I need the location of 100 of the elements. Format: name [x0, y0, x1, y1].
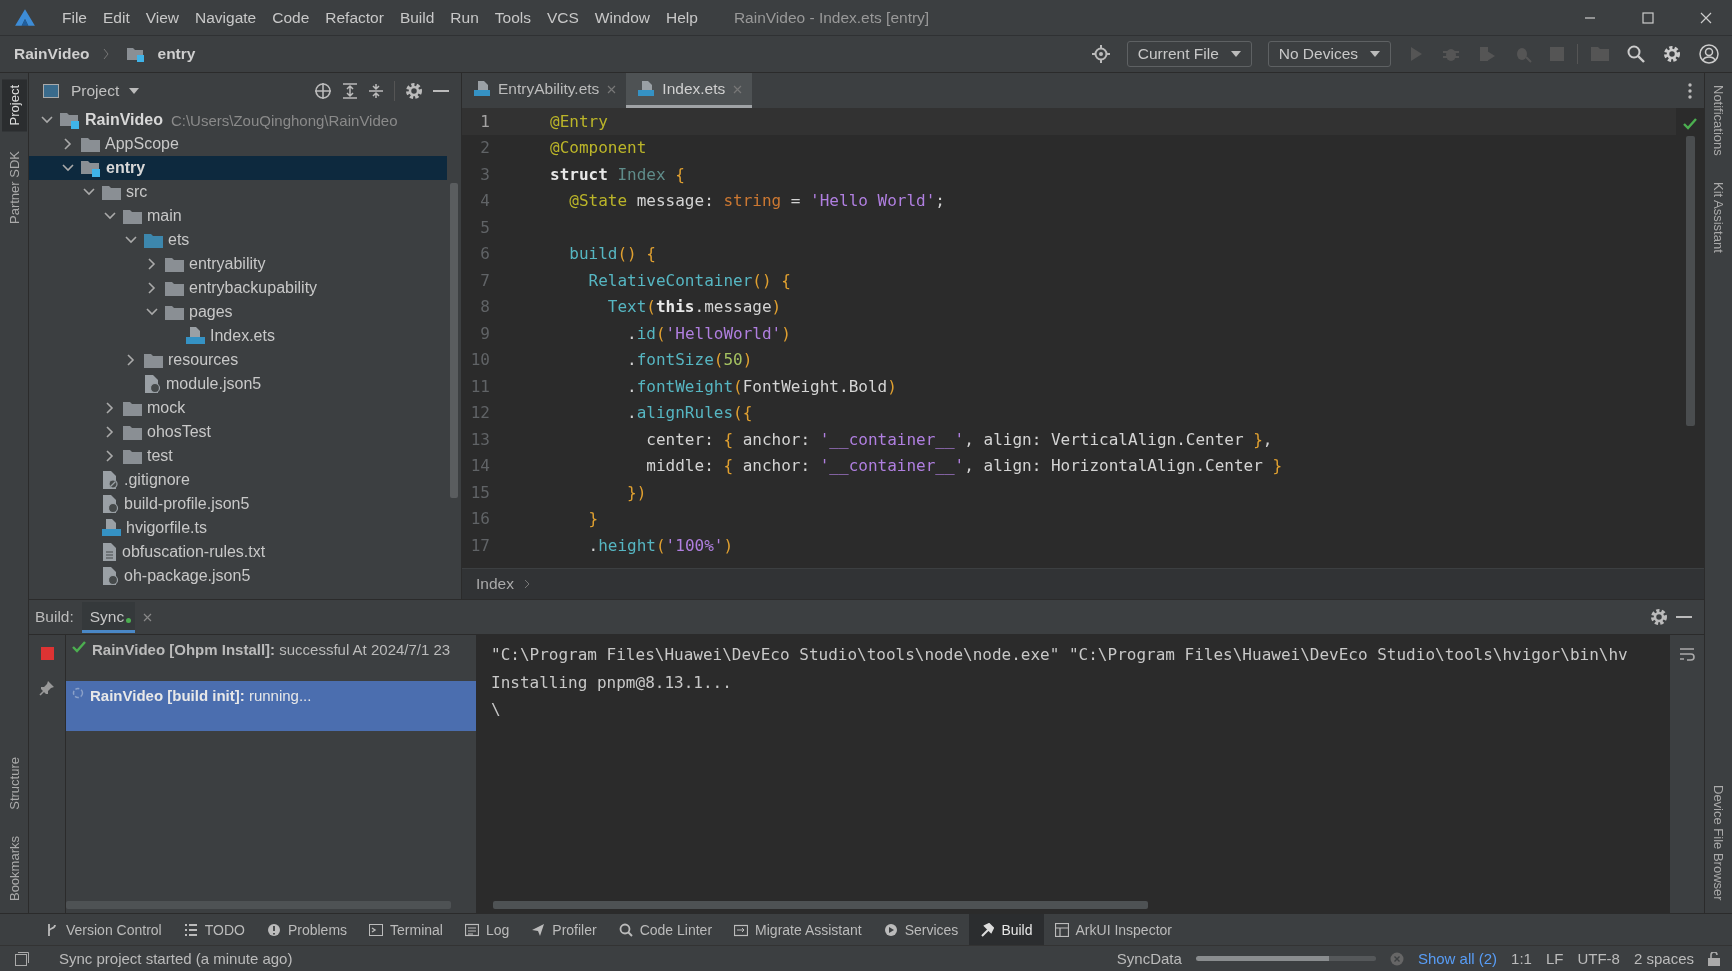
menu-item[interactable]: View [137, 8, 188, 27]
tree-item[interactable]: .gitignore [29, 468, 447, 492]
tool-window-tab[interactable]: Project [1, 79, 27, 132]
editor-tab[interactable]: EntryAbility.ets [462, 73, 627, 108]
chevron-right-icon[interactable] [104, 450, 116, 462]
tree-item[interactable]: AppScope [29, 132, 447, 156]
tree-item[interactable]: test [29, 444, 447, 468]
cursor-position[interactable]: 1:1 [1511, 950, 1532, 967]
tree-item[interactable]: entryability [29, 252, 447, 276]
tree-item[interactable]: RainVideo C:\Users\ZouQinghong\RainVideo [29, 108, 447, 132]
tree-item[interactable]: build-profile.json5 [29, 492, 447, 516]
hide-icon[interactable] [1676, 615, 1692, 619]
close-icon[interactable] [143, 612, 153, 622]
target-icon[interactable] [1091, 45, 1110, 63]
tool-window-tab[interactable]: Kit Assistant [1706, 175, 1731, 259]
chevron-down-icon[interactable] [62, 162, 74, 174]
caret-icon[interactable] [129, 87, 140, 94]
maximize-icon[interactable] [1642, 11, 1654, 24]
menu-item[interactable]: Window [586, 8, 658, 27]
collapse-all-icon[interactable] [368, 82, 384, 99]
build-tab[interactable]: Sync [81, 601, 136, 633]
menu-item[interactable]: Edit [95, 8, 138, 27]
chevron-down-icon[interactable] [146, 306, 158, 318]
chevron-right-icon[interactable] [146, 282, 158, 294]
chevron-right-icon[interactable] [125, 354, 137, 366]
tool-window-button[interactable]: Terminal [358, 914, 454, 945]
breadcrumb-item[interactable]: RainVideo [14, 45, 90, 63]
tool-window-button[interactable]: Code Linter [607, 914, 724, 945]
file-encoding[interactable]: UTF-8 [1577, 950, 1620, 967]
tool-window-button[interactable]: Migrate Assistant [723, 914, 873, 945]
panel-toggle-icon[interactable] [15, 951, 29, 966]
scrollbar[interactable] [66, 901, 451, 909]
tool-window-button[interactable]: Log [453, 914, 521, 945]
chevron-down-icon[interactable] [83, 186, 95, 198]
tool-window-button[interactable]: Version Control [34, 914, 173, 945]
tree-item[interactable]: src [29, 180, 447, 204]
device-dropdown[interactable]: No Devices [1267, 41, 1391, 67]
tool-window-button[interactable]: TODO [172, 914, 256, 945]
tree-item[interactable]: entry [29, 156, 447, 180]
check-icon[interactable] [1683, 118, 1697, 130]
more-icon[interactable] [1688, 82, 1692, 99]
panel-title[interactable]: Project [71, 81, 120, 100]
menu-item[interactable]: File [54, 8, 95, 27]
tree-item[interactable]: mock [29, 396, 447, 420]
unlock-icon[interactable] [1708, 951, 1720, 966]
tool-window-tab[interactable]: Structure [1, 751, 27, 816]
tree-item[interactable]: main [29, 204, 447, 228]
breadcrumb-item[interactable]: entry [157, 45, 196, 63]
chevron-right-icon[interactable] [104, 402, 116, 414]
editor-tab[interactable]: Index.ets [626, 73, 753, 108]
scrollbar[interactable] [450, 183, 458, 498]
menu-item[interactable]: Build [391, 8, 443, 27]
tree-item[interactable]: module.json5 [29, 372, 447, 396]
target-icon[interactable] [314, 81, 332, 100]
indent-setting[interactable]: 2 spaces [1633, 950, 1694, 967]
scrollbar[interactable] [1685, 136, 1695, 426]
menu-item[interactable]: Tools [486, 8, 539, 27]
menu-item[interactable]: Code [264, 8, 318, 27]
menu-item[interactable]: VCS [538, 8, 587, 27]
tree-item[interactable]: ohosTest [29, 420, 447, 444]
settings-icon[interactable] [1663, 45, 1681, 63]
search-icon[interactable] [1627, 45, 1645, 63]
tree-item[interactable]: hvigorfile.ts [29, 516, 447, 540]
chevron-down-icon[interactable] [104, 210, 116, 222]
tool-window-button[interactable]: Services [872, 914, 970, 945]
chevron-down-icon[interactable] [41, 114, 53, 126]
tree-item[interactable]: entrybackupability [29, 276, 447, 300]
tree-item[interactable]: pages [29, 300, 447, 324]
menu-item[interactable]: Refactor [317, 8, 392, 27]
tool-window-tab[interactable]: Notifications [1706, 79, 1731, 162]
wrap-icon[interactable] [1679, 647, 1695, 661]
show-all-link[interactable]: Show all (2) [1417, 950, 1498, 967]
pin-icon[interactable] [39, 680, 55, 696]
chevron-right-icon[interactable] [146, 258, 158, 270]
chevron-right-icon[interactable] [62, 138, 74, 150]
build-task[interactable]: RainVideo [build init]: running... [66, 681, 476, 731]
run-config-dropdown[interactable]: Current File [1126, 41, 1252, 67]
settings-icon[interactable] [1650, 608, 1668, 626]
tool-window-button[interactable]: Problems [255, 914, 359, 945]
tool-window-button[interactable]: Profiler [520, 914, 608, 945]
tool-window-button[interactable]: ArkUI Inspector [1043, 914, 1183, 945]
tool-window-button[interactable]: Build [969, 914, 1044, 945]
tool-window-tab[interactable]: Partner SDK [1, 145, 27, 231]
tree-item[interactable]: Index.ets [29, 324, 447, 348]
menu-item[interactable]: Navigate [187, 8, 265, 27]
tree-item[interactable]: resources [29, 348, 447, 372]
scrollbar[interactable] [493, 901, 1148, 909]
account-icon[interactable] [1699, 44, 1719, 64]
tool-window-tab[interactable]: Bookmarks [1, 829, 27, 907]
tool-window-tab[interactable]: Device File Browser [1706, 779, 1731, 907]
settings-icon[interactable] [405, 81, 423, 100]
chevron-down-icon[interactable] [125, 234, 137, 246]
line-separator[interactable]: LF [1545, 950, 1564, 967]
tree-item[interactable]: obfuscation-rules.txt [29, 540, 447, 564]
menu-item[interactable]: Run [442, 8, 487, 27]
chevron-right-icon[interactable] [104, 426, 116, 438]
breadcrumb-item[interactable]: Index [476, 575, 514, 593]
build-task[interactable]: RainVideo [Ohpm Install]: successful At 2024/7/1 23 [66, 635, 476, 681]
tree-item[interactable]: ets [29, 228, 447, 252]
tree-item[interactable]: oh-package.json5 [29, 564, 447, 588]
